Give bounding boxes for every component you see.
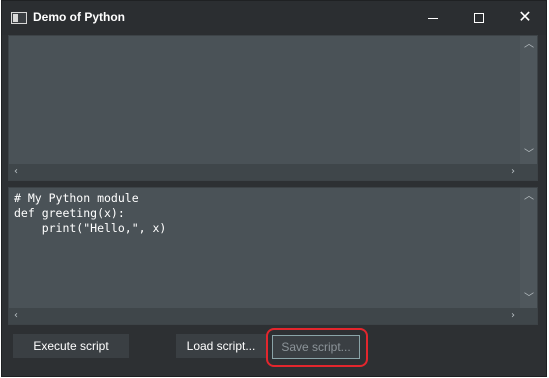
title-bar[interactable]: Demo of Python ✕ (2, 1, 546, 35)
execute-script-button[interactable]: Execute script (13, 334, 129, 358)
maximize-button[interactable] (456, 1, 502, 35)
chevron-right-icon[interactable]: › (511, 167, 515, 177)
code-line: print("Hello,", x) (14, 221, 167, 235)
window-title: Demo of Python (33, 10, 125, 24)
scroll-corner (520, 164, 537, 180)
app-icon (11, 12, 27, 24)
editor-vertical-scrollbar[interactable]: ︿ ﹀ (520, 188, 537, 308)
chevron-up-icon[interactable]: ︿ (524, 192, 534, 202)
scroll-corner (520, 308, 537, 324)
minimize-icon (428, 17, 438, 19)
code-line: def greeting(x): (14, 206, 125, 220)
script-editor-pane[interactable]: # My Python module def greeting(x): prin… (8, 187, 538, 325)
code-block: # My Python module def greeting(x): prin… (14, 191, 166, 236)
minimize-button[interactable] (410, 1, 456, 35)
highlight-annotation (266, 328, 368, 367)
close-button[interactable]: ✕ (502, 1, 548, 35)
chevron-left-icon[interactable]: ‹ (14, 311, 18, 321)
script-editor-text-area[interactable]: # My Python module def greeting(x): prin… (9, 188, 520, 308)
chevron-right-icon[interactable]: › (511, 311, 515, 321)
output-vertical-scrollbar[interactable]: ︿ ﹀ (520, 36, 537, 164)
chevron-up-icon[interactable]: ︿ (524, 40, 534, 50)
chevron-left-icon[interactable]: ‹ (14, 167, 18, 177)
output-text-area[interactable] (9, 36, 520, 164)
close-icon: ✕ (518, 9, 532, 26)
maximize-icon (474, 13, 484, 23)
load-script-button[interactable]: Load script... (176, 334, 266, 358)
chevron-down-icon[interactable]: ﹀ (524, 294, 534, 304)
code-line: # My Python module (14, 191, 139, 205)
output-horizontal-scrollbar[interactable]: ‹ › (9, 164, 537, 180)
chevron-down-icon[interactable]: ﹀ (524, 150, 534, 160)
output-pane[interactable]: ︿ ﹀ ‹ › (8, 35, 538, 181)
editor-horizontal-scrollbar[interactable]: ‹ › (9, 308, 537, 324)
